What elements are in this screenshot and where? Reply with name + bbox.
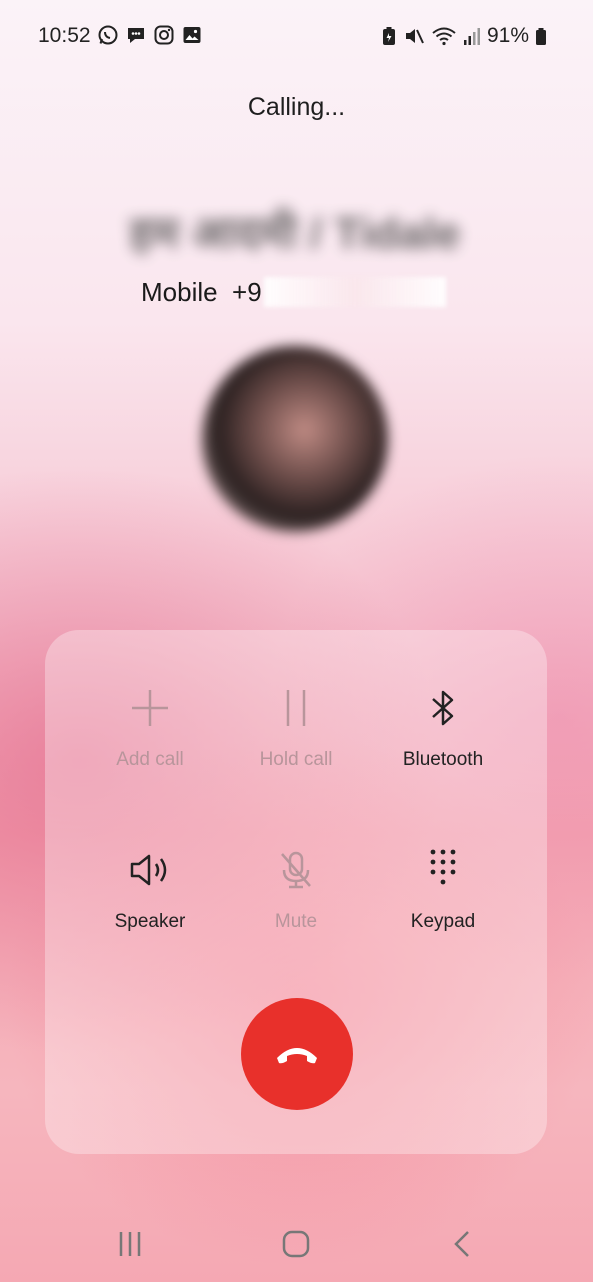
call-status: Calling... xyxy=(247,93,346,121)
add-call-label: Add call xyxy=(116,749,184,770)
home-icon[interactable] xyxy=(279,1220,313,1268)
keypad-button[interactable]: Keypad xyxy=(383,845,503,955)
contact-number-row: Mobile +9 xyxy=(141,276,446,308)
speaker-label: Speaker xyxy=(114,911,186,932)
bluetooth-button[interactable]: Bluetooth xyxy=(383,683,503,793)
battery-percent: 91% xyxy=(486,24,529,47)
battery-icon xyxy=(536,28,546,45)
end-call-icon xyxy=(277,1048,317,1064)
speaker-button[interactable]: Speaker xyxy=(90,845,210,955)
whatsapp-icon xyxy=(98,25,118,45)
speaker-icon xyxy=(130,854,167,886)
battery-saver-icon xyxy=(382,27,395,45)
contact-name: हम आदमी / Tidale xyxy=(129,209,461,258)
status-time: 10:52 xyxy=(38,24,91,47)
status-bar: 10:52 91% xyxy=(0,0,593,72)
add-call-button[interactable]: Add call xyxy=(90,683,210,793)
hold-call-button[interactable]: Hold call xyxy=(236,683,356,793)
pause-icon xyxy=(286,690,306,726)
mute-label: Mute xyxy=(274,911,318,932)
plus-icon xyxy=(132,690,168,726)
contact-number: Mobile +9 xyxy=(141,276,262,307)
instagram-icon xyxy=(154,25,174,45)
keypad-icon xyxy=(430,849,456,885)
messages-icon xyxy=(128,28,144,43)
recents-icon[interactable] xyxy=(116,1220,144,1268)
bluetooth-icon xyxy=(432,690,454,726)
contact-avatar xyxy=(202,346,388,532)
notification-icons xyxy=(97,24,203,46)
mic-off-icon xyxy=(281,851,311,889)
gallery-icon xyxy=(183,27,201,43)
end-call-button[interactable] xyxy=(241,998,353,1110)
bluetooth-label: Bluetooth xyxy=(402,749,484,770)
hold-call-label: Hold call xyxy=(259,749,333,770)
navigation-bar xyxy=(0,1220,593,1270)
signal-icon xyxy=(463,28,480,45)
back-icon[interactable] xyxy=(448,1220,476,1268)
mute-button[interactable]: Mute xyxy=(236,845,356,955)
mute-icon xyxy=(405,29,424,44)
wifi-icon xyxy=(432,27,456,46)
system-icons: 91% xyxy=(381,24,547,48)
number-redaction xyxy=(263,277,446,307)
keypad-label: Keypad xyxy=(410,911,476,932)
